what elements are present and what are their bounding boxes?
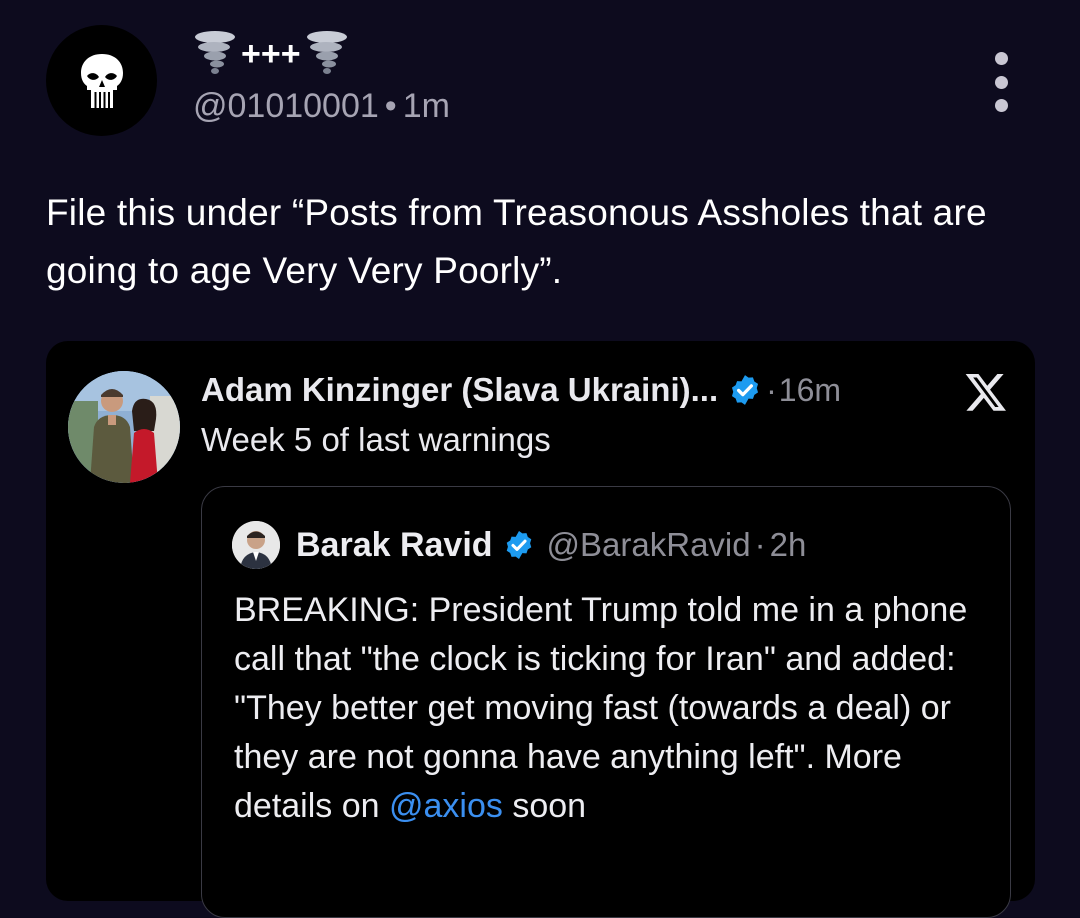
quote-text-main: BREAKING: President Trump told me in a p… — [234, 591, 968, 825]
more-vertical-icon — [994, 52, 1008, 65]
verified-badge-icon — [503, 529, 535, 561]
more-vertical-dot — [994, 75, 1008, 89]
quote-avatar-photo — [232, 521, 280, 569]
quote-timestamp: 2h — [769, 526, 807, 563]
quote-text: BREAKING: President Trump told me in a p… — [234, 586, 994, 831]
quote-separator: · — [754, 526, 766, 563]
embed-avatar-photo — [68, 371, 180, 483]
author-meta: @01010001 • 1m — [193, 84, 450, 128]
quote-author-handle[interactable]: @BarakRavid — [547, 526, 751, 564]
quote-text-end: soon — [512, 787, 587, 825]
post-timestamp: 1m — [402, 87, 450, 125]
embed-author-row: Adam Kinzinger (Slava Ukraini)... · 16m — [201, 365, 841, 415]
author-avatar[interactable] — [46, 25, 157, 136]
quoted-post[interactable]: Barak Ravid @BarakRavid · 2h BREAKING: P… — [201, 486, 1011, 918]
more-options-button[interactable] — [981, 52, 1021, 112]
embed-post-text: Week 5 of last warnings — [201, 421, 551, 458]
author-handle[interactable]: @01010001 — [193, 87, 379, 125]
post-text: File this under “Posts from Treasonous A… — [46, 192, 987, 291]
punisher-skull-icon — [80, 53, 123, 108]
embed-separator: · — [766, 371, 777, 408]
embed-author-name[interactable]: Adam Kinzinger (Slava Ukraini)... — [201, 371, 718, 409]
quote-author-name[interactable]: Barak Ravid — [296, 526, 493, 565]
mention-link[interactable]: @axios — [389, 787, 503, 825]
x-logo-icon[interactable] — [964, 370, 1008, 414]
tornado-icon — [306, 31, 347, 74]
quote-author-row: Barak Ravid @BarakRavid · 2h — [296, 519, 806, 571]
embedded-x-post[interactable]: Adam Kinzinger (Slava Ukraini)... · 16m … — [46, 341, 1035, 918]
verified-badge-icon — [728, 373, 762, 407]
embed-author-avatar[interactable] — [68, 371, 180, 483]
embed-timestamp: 16m — [778, 371, 842, 408]
display-name[interactable]: +++ — [193, 28, 349, 80]
meta-separator: • — [384, 87, 397, 125]
quote-author-avatar[interactable] — [232, 521, 280, 569]
display-name-text: +++ — [241, 34, 301, 73]
more-vertical-dot — [994, 99, 1008, 112]
tornado-icon — [195, 31, 235, 74]
